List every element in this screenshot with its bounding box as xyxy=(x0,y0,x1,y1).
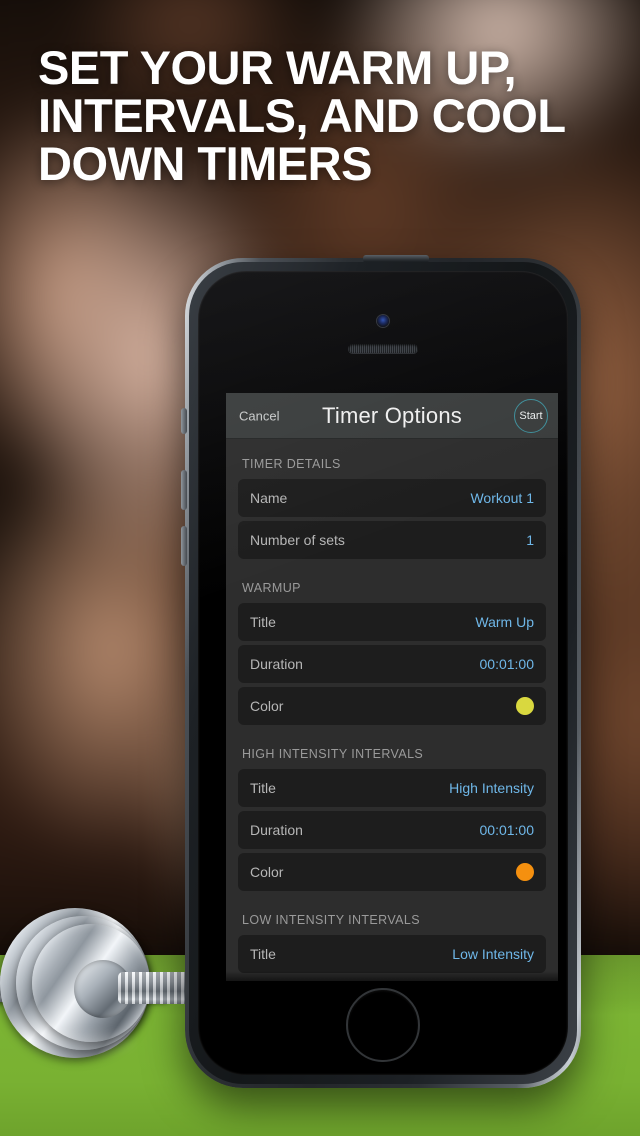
phone-body: Cancel Timer Options Start TIMER DETAILS… xyxy=(189,262,577,1084)
headline-line-1: SET YOUR WARM UP, xyxy=(38,41,517,94)
volume-down-button[interactable] xyxy=(181,526,187,566)
settings-row[interactable]: Title Warm Up xyxy=(238,603,546,641)
home-button[interactable] xyxy=(346,988,420,1062)
app-screen: Cancel Timer Options Start TIMER DETAILS… xyxy=(226,393,558,981)
settings-row[interactable]: Title Low Intensity xyxy=(238,935,546,973)
settings-row-label: Title xyxy=(250,780,276,796)
section-header: WARMUP xyxy=(242,581,301,595)
cancel-button[interactable]: Cancel xyxy=(239,408,279,423)
settings-row[interactable]: Color xyxy=(238,853,546,891)
volume-up-button[interactable] xyxy=(181,470,187,510)
settings-row-label: Title xyxy=(250,946,276,962)
section-header: HIGH INTENSITY INTERVALS xyxy=(242,747,424,761)
mute-switch[interactable] xyxy=(181,408,187,434)
page-title: Timer Options xyxy=(322,402,462,428)
settings-row[interactable]: Duration 00:01:00 xyxy=(238,645,546,683)
settings-row-value: 1 xyxy=(526,532,534,548)
front-camera-icon xyxy=(377,315,389,327)
settings-row[interactable]: Name Workout 1 xyxy=(238,479,546,517)
section-header: LOW INTENSITY INTERVALS xyxy=(242,913,420,927)
settings-row-value: Workout 1 xyxy=(470,490,534,506)
settings-row-label: Color xyxy=(250,864,284,880)
section-header: TIMER DETAILS xyxy=(242,457,341,471)
settings-row-value: 00:01:00 xyxy=(479,822,535,838)
settings-row-label: Name xyxy=(250,490,288,506)
app-navbar: Cancel Timer Options Start xyxy=(226,393,558,439)
settings-row[interactable]: Duration 00:01:00 xyxy=(238,811,546,849)
settings-row-label: Title xyxy=(250,614,276,630)
color-swatch-icon[interactable] xyxy=(516,863,534,881)
settings-row-value: Warm Up xyxy=(475,614,534,630)
settings-row-value: 00:01:00 xyxy=(479,656,535,672)
start-button[interactable]: Start xyxy=(514,398,548,433)
settings-row-value: Low Intensity xyxy=(452,946,534,962)
headline-line-3: DOWN TIMERS xyxy=(38,137,372,190)
settings-row-label: Color xyxy=(250,698,284,714)
settings-row[interactable]: Title High Intensity xyxy=(238,769,546,807)
earpiece-speaker-icon xyxy=(348,344,418,353)
headline-line-2: INTERVALS, AND COOL xyxy=(38,89,566,142)
settings-row[interactable]: Color xyxy=(238,687,546,725)
settings-row-label: Duration xyxy=(250,822,303,838)
color-swatch-icon[interactable] xyxy=(516,697,534,715)
settings-row-value: High Intensity xyxy=(449,780,534,796)
settings-list: TIMER DETAILS Name Workout 1 Number of sets… xyxy=(226,439,558,973)
phone-glass-front: Cancel Timer Options Start TIMER DETAILS… xyxy=(198,271,568,1075)
iphone-device: Cancel Timer Options Start TIMER DETAILS… xyxy=(181,255,581,1088)
marketing-headline: SET YOUR WARM UP, INTERVALS, AND COOL DO… xyxy=(38,44,618,188)
settings-row[interactable]: Number of sets 1 xyxy=(238,521,546,559)
dumbbell-image xyxy=(0,890,212,1090)
dumbbell-reflection xyxy=(0,1030,166,1090)
settings-row-label: Number of sets xyxy=(250,532,345,548)
settings-row-label: Duration xyxy=(250,656,303,672)
